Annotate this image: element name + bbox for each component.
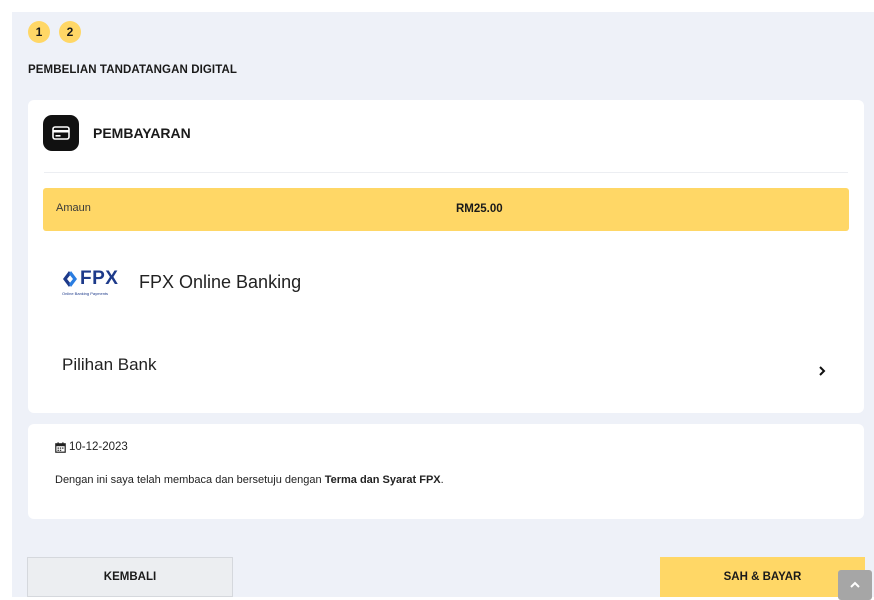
fpx-diamond-icon [63,271,77,287]
payment-method-name: FPX Online Banking [139,272,302,292]
stepper: 1 2 [28,21,81,43]
terms-prefix: Dengan ini saya telah membaca dan berset… [55,474,325,486]
amount-bar: Amaun RM25.00 [43,188,849,231]
agreement-card: 10-12-2023 Dengan ini saya telah membaca… [28,424,864,519]
fpx-logo-subtext: Online Banking Payments [62,291,109,296]
payment-title: PEMBAYARAN [93,125,191,141]
confirm-pay-button[interactable]: SAH & BAYAR [660,557,865,597]
date-value: 10-12-2023 [69,441,128,453]
terms-link[interactable]: Terma dan Syarat FPX [325,474,441,486]
fpx-logo-text: FPX [80,268,119,289]
terms-suffix: . [440,474,444,486]
amount-value: RM25.00 [456,203,503,215]
back-button[interactable]: KEMBALI [27,557,233,597]
amount-label: Amaun [56,202,91,214]
calendar-icon [55,441,66,453]
step-1[interactable]: 1 [28,21,50,43]
date-row: 10-12-2023 [55,441,128,453]
bank-choice-label[interactable]: Pilihan Bank [62,355,157,375]
terms-statement: Dengan ini saya telah membaca dan berset… [55,474,444,486]
page-title: PEMBELIAN TANDATANGAN DIGITAL [28,64,238,76]
chevron-up-icon[interactable] [838,570,872,600]
step-2[interactable]: 2 [59,21,81,43]
credit-card-icon [43,115,79,151]
page-container: 1 2 PEMBELIAN TANDATANGAN DIGITAL PEMBAY… [12,12,874,600]
fpx-logo: FPX Online Banking Payments [62,268,128,304]
chevron-right-icon[interactable] [817,364,827,376]
divider [44,172,848,173]
payment-card: PEMBAYARAN Amaun RM25.00 FPX Online Bank… [28,100,864,413]
